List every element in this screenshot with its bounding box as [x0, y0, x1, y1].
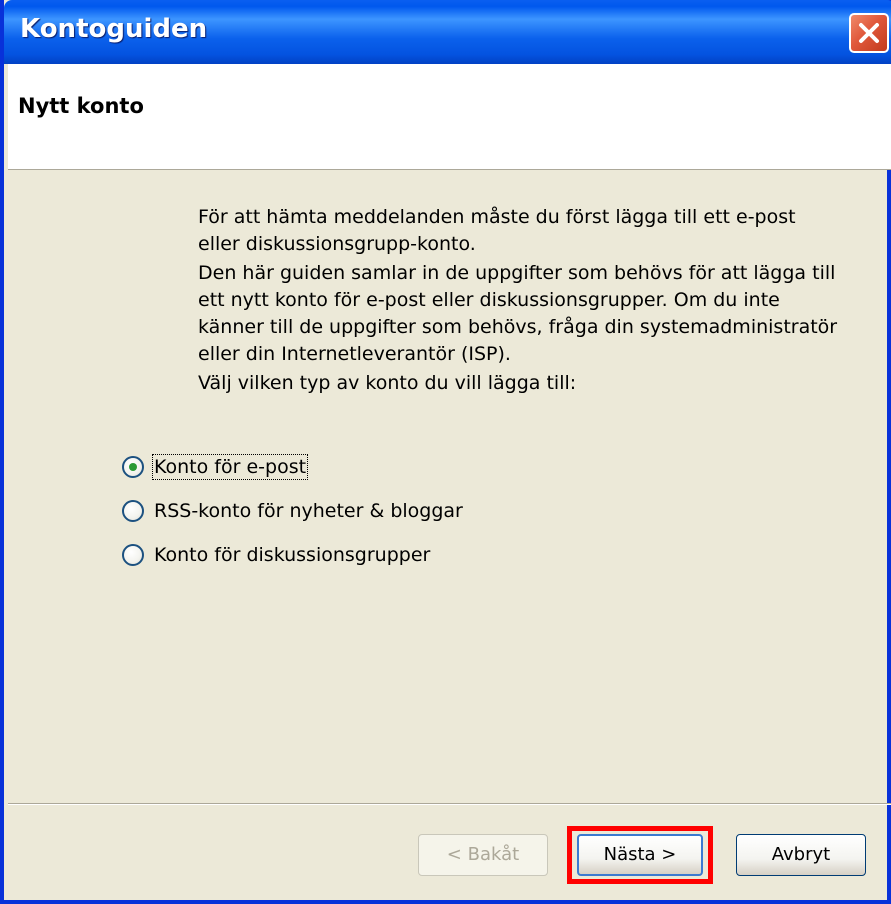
radio-rss-icon[interactable] — [122, 500, 144, 522]
footer-divider — [8, 803, 891, 805]
description-text: Den här guiden samlar in de uppgifter so… — [198, 262, 838, 365]
close-button[interactable] — [849, 13, 889, 53]
wizard-content: För att hämta meddelanden måste du först… — [8, 170, 891, 790]
choose-prompt: Välj vilken typ av konto du vill lägga t… — [198, 372, 577, 394]
cancel-button[interactable]: Avbryt — [736, 834, 866, 876]
radio-newsgroup-icon[interactable] — [122, 544, 144, 566]
wizard-header: Nytt konto — [8, 64, 891, 170]
option-newsgroup-label: Konto för diskussionsgrupper — [154, 544, 431, 566]
radio-email-checked-icon[interactable] — [122, 456, 144, 478]
title-bar[interactable]: Kontoguiden — [4, 0, 891, 64]
option-newsgroup-account[interactable]: Konto för diskussionsgrupper — [122, 540, 430, 570]
option-email-label: Konto för e-post — [151, 454, 309, 480]
option-email-account[interactable]: Konto för e-post — [122, 452, 309, 482]
account-wizard-window: Kontoguiden Nytt konto För att hämta med… — [0, 0, 891, 904]
option-rss-label: RSS-konto för nyheter & bloggar — [154, 500, 463, 522]
window-title: Kontoguiden — [20, 14, 208, 44]
close-icon — [859, 23, 879, 43]
next-button-highlight — [567, 826, 713, 884]
page-title: Nytt konto — [18, 94, 144, 118]
intro-text: För att hämta meddelanden måste du först… — [198, 206, 796, 255]
back-button[interactable]: < Bakåt — [418, 834, 548, 876]
option-rss-account[interactable]: RSS-konto för nyheter & bloggar — [122, 496, 463, 526]
